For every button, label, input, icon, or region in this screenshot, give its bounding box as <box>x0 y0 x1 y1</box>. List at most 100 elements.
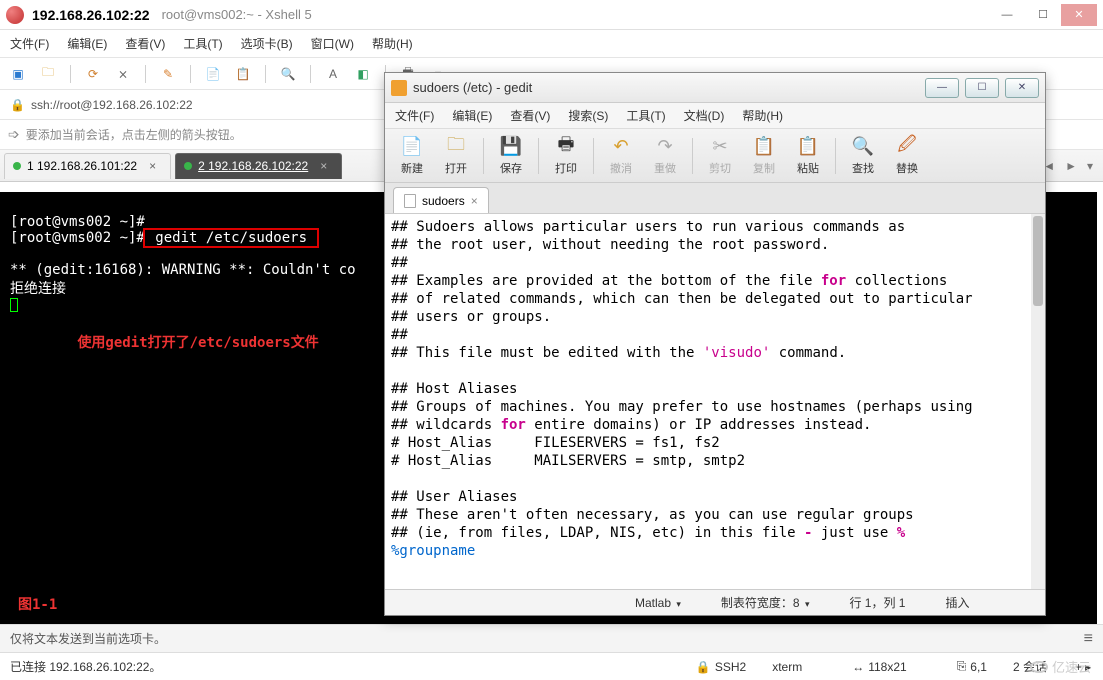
menu-help[interactable]: 帮助(H) <box>372 35 413 52</box>
menu-view[interactable]: 查看(V) <box>125 35 165 52</box>
scrollbar-thumb[interactable] <box>1033 216 1043 306</box>
gedit-menu-view[interactable]: 查看(V) <box>510 107 550 124</box>
maximize-button[interactable]: ☐ <box>1025 4 1061 26</box>
close-tab-icon[interactable]: × <box>471 194 478 208</box>
undo-icon: ↶ <box>610 136 632 158</box>
watermark: 亿速云 <box>1030 657 1091 676</box>
lock-icon: 🔒 <box>696 660 711 674</box>
menu-tabs[interactable]: 选项卡(B) <box>241 35 293 52</box>
gedit-menubar: 文件(F) 编辑(E) 查看(V) 搜索(S) 工具(T) 文档(D) 帮助(H… <box>385 103 1045 129</box>
gedit-close-button[interactable]: ✕ <box>1005 78 1039 98</box>
window-controls: — ☐ ✕ <box>989 4 1097 26</box>
xshell-titlebar: 192.168.26.102:22 root@vms002:~ - Xshell… <box>0 0 1103 30</box>
copy-button: 📋复制 <box>743 136 785 176</box>
tabrow-right-icon[interactable]: ► <box>1065 159 1077 173</box>
save-icon: 💾 <box>500 136 522 158</box>
replace-icon: 🖉 <box>896 136 918 158</box>
hamburger-icon[interactable]: ≡ <box>1084 630 1093 648</box>
title-host: 192.168.26.102:22 <box>32 7 150 23</box>
language-selector[interactable]: Matlab ▾ <box>635 596 681 610</box>
gedit-menu-documents[interactable]: 文档(D) <box>684 107 725 124</box>
paste-icon[interactable]: 📋 <box>233 64 253 84</box>
copy-icon[interactable]: 📄 <box>203 64 223 84</box>
font-icon[interactable]: A <box>323 64 343 84</box>
address-text[interactable]: ssh://root@192.168.26.102:22 <box>31 98 193 112</box>
new-button[interactable]: 📄新建 <box>391 136 433 176</box>
xshell-menubar: 文件(F) 编辑(E) 查看(V) 工具(T) 选项卡(B) 窗口(W) 帮助(… <box>0 30 1103 58</box>
folder-open-icon: 🗀 <box>445 136 467 158</box>
tabwidth-selector[interactable]: 制表符宽度：8 ▾ <box>721 594 810 611</box>
reconnect-icon[interactable]: ⟳ <box>83 64 103 84</box>
find-button[interactable]: 🔍查找 <box>842 136 884 176</box>
figure-label: 图1-1 <box>18 594 57 614</box>
gedit-menu-help[interactable]: 帮助(H) <box>742 107 783 124</box>
gedit-maximize-button[interactable]: ☐ <box>965 78 999 98</box>
hint-arrow-icon[interactable]: ➩ <box>8 126 20 143</box>
menu-edit[interactable]: 编辑(E) <box>67 35 107 52</box>
term-type: xterm <box>772 660 802 674</box>
terminal-cursor <box>10 298 18 312</box>
gedit-title: sudoers (/etc) - gedit <box>413 80 532 95</box>
redo-button: ↷重做 <box>644 136 686 176</box>
find-icon[interactable]: 🔍 <box>278 64 298 84</box>
cursor-position: 行 1，列 1 <box>849 594 905 611</box>
menu-file[interactable]: 文件(F) <box>10 35 49 52</box>
new-session-icon[interactable]: ▣ <box>8 64 28 84</box>
document-tab-label: sudoers <box>422 194 465 208</box>
app-icon <box>6 6 24 24</box>
gedit-menu-file[interactable]: 文件(F) <box>395 107 434 124</box>
gedit-menu-edit[interactable]: 编辑(E) <box>452 107 492 124</box>
tab-close-icon[interactable]: × <box>320 159 327 173</box>
hint-text: 要添加当前会话，点击左侧的箭头按钮。 <box>26 126 242 143</box>
document-tab[interactable]: sudoers × <box>393 187 489 213</box>
search-icon: 🔍 <box>852 136 874 158</box>
print-button[interactable]: 🖶打印 <box>545 136 587 176</box>
close-button[interactable]: ✕ <box>1061 4 1097 26</box>
connection-status: 已连接 192.168.26.102:22。 <box>10 658 161 675</box>
print-icon: 🖶 <box>555 136 577 158</box>
menu-tools[interactable]: 工具(T) <box>183 35 222 52</box>
tab-label: 1 192.168.26.101:22 <box>27 159 137 173</box>
title-app: root@vms002:~ - Xshell 5 <box>162 7 312 22</box>
gedit-statusbar: Matlab ▾ 制表符宽度：8 ▾ 行 1，列 1 插入 <box>385 589 1045 615</box>
menu-window[interactable]: 窗口(W) <box>311 35 354 52</box>
paste-icon: 📋 <box>797 136 819 158</box>
redo-icon: ↷ <box>654 136 676 158</box>
gedit-titlebar[interactable]: sudoers (/etc) - gedit — ☐ ✕ <box>385 73 1045 103</box>
cut-icon: ✂ <box>709 136 731 158</box>
open-button[interactable]: 🗀打开 <box>435 136 477 176</box>
file-new-icon: 📄 <box>401 136 423 158</box>
session-tab-1[interactable]: 1 192.168.26.101:22 × <box>4 153 171 179</box>
cut-button: ✂剪切 <box>699 136 741 176</box>
gedit-menu-tools[interactable]: 工具(T) <box>626 107 665 124</box>
color-icon[interactable]: ◧ <box>353 64 373 84</box>
tabrow-menu-icon[interactable]: ▾ <box>1087 159 1093 173</box>
open-icon[interactable]: 🗀 <box>38 64 58 84</box>
gedit-document-tabs: sudoers × <box>385 183 1045 213</box>
minimize-button[interactable]: — <box>989 4 1025 26</box>
undo-button[interactable]: ↶撤消 <box>600 136 642 176</box>
gedit-minimize-button[interactable]: — <box>925 78 959 98</box>
insert-mode: 插入 <box>946 594 970 611</box>
replace-button[interactable]: 🖉替换 <box>886 136 928 176</box>
gedit-window: sudoers (/etc) - gedit — ☐ ✕ 文件(F) 编辑(E)… <box>384 72 1046 616</box>
save-button[interactable]: 💾保存 <box>490 136 532 176</box>
gedit-toolbar: 📄新建 🗀打开 💾保存 🖶打印 ↶撤消 ↷重做 ✂剪切 📋复制 📋粘贴 🔍查找 … <box>385 129 1045 183</box>
copy-icon: 📋 <box>753 136 775 158</box>
editor-area[interactable]: ## Sudoers allows particular users to ru… <box>385 213 1045 589</box>
tab-close-icon[interactable]: × <box>149 159 156 173</box>
paste-button[interactable]: 📋粘贴 <box>787 136 829 176</box>
highlighted-command: gedit /etc/sudoers <box>145 230 318 246</box>
disconnect-icon[interactable]: ⨯ <box>113 64 133 84</box>
protocol: SSH2 <box>715 660 746 674</box>
session-tab-2[interactable]: 2 192.168.26.102:22 × <box>175 153 342 179</box>
status-dot-icon <box>13 162 21 170</box>
editor-scrollbar[interactable] <box>1031 214 1045 589</box>
properties-icon[interactable]: ✎ <box>158 64 178 84</box>
gedit-menu-search[interactable]: 搜索(S) <box>568 107 608 124</box>
tab-label: 2 192.168.26.102:22 <box>198 159 308 173</box>
compose-hint[interactable]: 仅将文本发送到当前选项卡。 <box>10 630 166 647</box>
status-bar: 已连接 192.168.26.102:22。 🔒 SSH2 xterm ↔ 11… <box>0 652 1103 680</box>
watermark-logo-icon <box>1030 661 1048 673</box>
term-size: 118x21 <box>868 660 906 674</box>
